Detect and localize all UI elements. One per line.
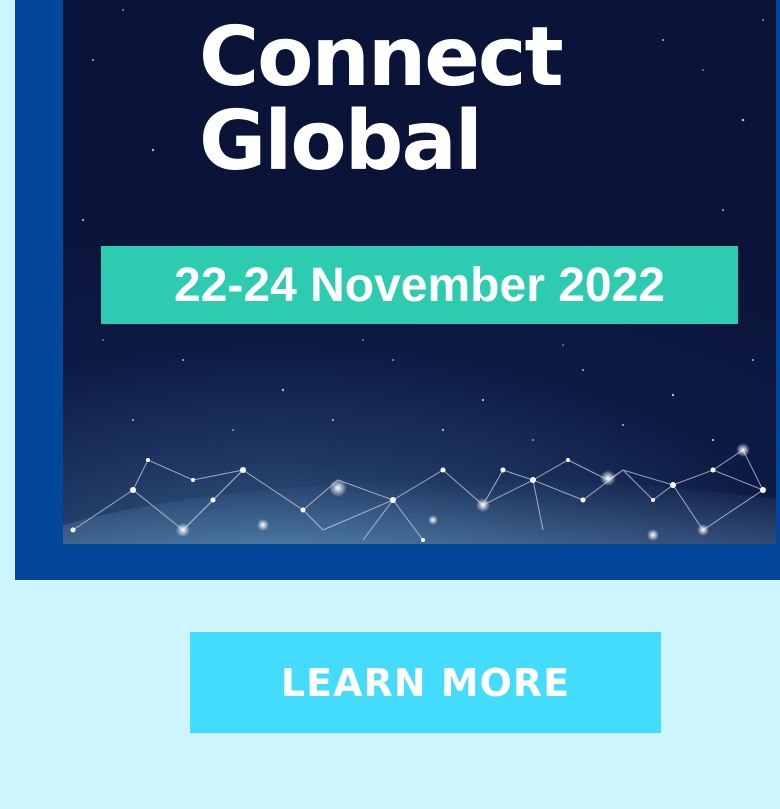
event-title-line-2: Global	[199, 94, 483, 189]
event-title-line-1: Connect	[199, 10, 564, 105]
learn-more-button[interactable]: LEARN MORE	[190, 632, 661, 733]
learn-more-label: LEARN MORE	[280, 660, 571, 705]
event-date-bar: 22-24 November 2022	[101, 246, 738, 324]
event-date: 22-24 November 2022	[174, 258, 665, 312]
banner-frame: Connect Global 22-24 November 2022	[15, 0, 780, 580]
event-banner-image: Connect Global 22-24 November 2022	[63, 0, 776, 544]
